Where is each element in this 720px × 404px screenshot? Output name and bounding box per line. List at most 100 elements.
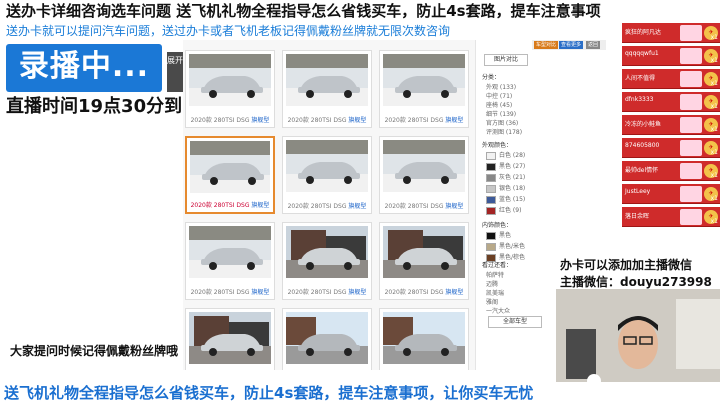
car-thumbnail[interactable]: 2020款 280TSI DSG 旗舰型 — [379, 308, 469, 370]
car-thumbnail[interactable]: 2020款 280TSI DSG 旗舰型 — [185, 50, 275, 128]
top-button-2[interactable]: 查看更多 — [559, 41, 584, 49]
caption-trim-link[interactable]: 旗舰型 — [443, 203, 463, 210]
thumbnail-caption: 2020款 280TSI DSG 旗舰型 — [187, 200, 273, 209]
exterior-color-item[interactable]: 红色 (9) — [486, 205, 521, 215]
exterior-color-item[interactable]: 蓝色 (15) — [486, 194, 525, 204]
exterior-color-item[interactable]: 灰色 (21) — [486, 172, 525, 182]
caption-year: 2020款 — [287, 117, 309, 124]
sender-name: 874605800 — [625, 142, 660, 149]
interior-color-item[interactable]: 黑色/米色 — [486, 241, 525, 251]
recording-badge: 录播中... — [6, 44, 162, 92]
caption-trim-link[interactable]: 旗舰型 — [443, 117, 463, 124]
gift-count: x1 — [710, 126, 718, 133]
gift-message: 冷冻的小鲑鱼 ✈ x1 — [622, 115, 720, 135]
car-thumbnail[interactable]: 2020款 280TSI DSG 旗舰型 — [379, 136, 469, 214]
gift-message: dfnk3333 ✈ x1 — [622, 92, 720, 112]
wechat-id: 主播微信：douyu273998 — [560, 275, 712, 289]
sender-avatar — [680, 163, 702, 179]
sender-avatar — [680, 71, 702, 87]
sender-name: JustLeey — [625, 188, 651, 195]
car-thumbnail[interactable]: 2020款 280TSI DSG 旗舰型 — [185, 308, 275, 370]
sender-name: 冷冻的小鲑鱼 — [625, 121, 662, 128]
caption-trans: DSG — [331, 203, 347, 210]
related-item[interactable]: 迈腾 — [486, 279, 498, 288]
car-photo — [189, 226, 271, 278]
caption-year: 2020款 — [190, 289, 212, 296]
sender-name: 落日余晖 — [625, 213, 650, 220]
car-photo — [189, 312, 271, 364]
compare-button[interactable]: 图片对比 — [484, 54, 528, 66]
gift-count: x1 — [710, 172, 718, 179]
category-item[interactable]: 评测图 (178) — [486, 127, 522, 136]
sidebar-expand-handle[interactable]: 展开 — [167, 52, 183, 92]
caption-engine: 280TSI — [211, 117, 235, 124]
car-thumbnail[interactable]: 2020款 280TSI DSG 旗舰型 — [185, 136, 275, 214]
sender-avatar — [680, 209, 702, 225]
gift-message: 落日余晖 ✈ x1 — [622, 207, 720, 227]
car-thumbnail[interactable]: 2020款 280TSI DSG 旗舰型 — [282, 222, 372, 300]
caption-trim-link[interactable]: 旗舰型 — [249, 289, 269, 296]
sender-name: 最帅del情怀 — [625, 167, 659, 174]
exterior-color-item[interactable]: 银色 (18) — [486, 183, 525, 193]
car-photo — [286, 140, 368, 192]
gift-message: qqqqqwfu1 ✈ x1 — [622, 46, 720, 66]
color-swatch — [486, 206, 496, 215]
color-label: 黑色/米色 — [499, 243, 526, 250]
caption-trans: DSG — [331, 289, 347, 296]
fan-badge-reminder: 大家提问时候记得佩戴粉丝牌哦 — [10, 344, 179, 358]
color-label: 白色 (28) — [499, 152, 526, 159]
related-item[interactable]: 凯美瑞 — [486, 288, 504, 297]
thumbnail-caption: 2020款 280TSI DSG 旗舰型 — [283, 115, 371, 124]
sender-avatar — [680, 48, 702, 64]
car-photo — [383, 54, 465, 106]
category-item[interactable]: 外观 (133) — [486, 82, 516, 91]
category-item[interactable]: 官方图 (36) — [486, 118, 518, 127]
gift-message: 最帅del情怀 ✈ x1 — [622, 161, 720, 181]
car-thumbnail[interactable]: 2020款 280TSI DSG 旗舰型 — [282, 308, 372, 370]
gift-count: x1 — [710, 80, 718, 87]
exterior-color-item[interactable]: 白色 (28) — [486, 150, 525, 160]
caption-trans: DSG — [234, 202, 250, 209]
caption-trim-link[interactable]: 旗舰型 — [346, 203, 366, 210]
color-swatch — [486, 162, 496, 171]
thumbnail-caption: 2020款 280TSI DSG 旗舰型 — [186, 115, 274, 124]
caption-trans: DSG — [331, 117, 347, 124]
related-item[interactable]: 帕萨特 — [486, 270, 504, 279]
interior-color-item[interactable]: 黑色 — [486, 230, 511, 240]
wechat-hint: 办卡可以添加加主播微信 — [560, 258, 693, 272]
caption-trim-link[interactable]: 旗舰型 — [346, 117, 366, 124]
sender-avatar — [680, 25, 702, 41]
gift-count: x1 — [710, 34, 718, 41]
car-thumbnail[interactable]: 2020款 280TSI DSG 旗舰型 — [185, 222, 275, 300]
car-thumbnail[interactable]: 2020款 280TSI DSG 旗舰型 — [282, 50, 372, 128]
car-thumbnail[interactable]: 2020款 280TSI DSG 旗舰型 — [379, 222, 469, 300]
thumbnail-caption: 2020款 280TSI DSG 旗舰型 — [380, 115, 468, 124]
sender-name: qqqqqwfu1 — [625, 50, 659, 57]
exterior-color-item[interactable]: 黑色 (27) — [486, 161, 525, 171]
top-action-bar: 车型对比 查看更多 返回 — [532, 40, 606, 50]
related-item[interactable]: 一汽大众 — [486, 306, 510, 315]
top-button-1[interactable]: 车型对比 — [534, 41, 559, 49]
related-item[interactable]: 雅阁 — [486, 297, 498, 306]
caption-trim-link[interactable]: 旗舰型 — [443, 289, 463, 296]
sender-avatar — [680, 117, 702, 133]
caption-trans: DSG — [234, 117, 250, 124]
gift-count: x1 — [710, 218, 718, 225]
caption-trim-link[interactable]: 旗舰型 — [249, 117, 269, 124]
thumbnail-caption: 2020款 280TSI DSG 旗舰型 — [380, 287, 468, 296]
category-item[interactable]: 座椅 (45) — [486, 100, 512, 109]
caption-year: 2020款 — [190, 202, 212, 209]
all-models-button[interactable]: 全部车型 — [488, 316, 542, 328]
color-swatch — [486, 231, 496, 240]
car-thumbnail[interactable]: 2020款 280TSI DSG 旗舰型 — [282, 136, 372, 214]
caption-trim-link[interactable]: 旗舰型 — [249, 202, 269, 209]
caption-year: 2020款 — [190, 117, 212, 124]
top-button-3[interactable]: 返回 — [586, 41, 601, 49]
caption-trim-link[interactable]: 旗舰型 — [346, 289, 366, 296]
gift-count: x1 — [710, 195, 718, 202]
category-item[interactable]: 中控 (71) — [486, 91, 512, 100]
sender-name: 人间不值得 — [625, 75, 656, 82]
car-photo — [383, 226, 465, 278]
category-item[interactable]: 细节 (139) — [486, 109, 516, 118]
car-thumbnail[interactable]: 2020款 280TSI DSG 旗舰型 — [379, 50, 469, 128]
